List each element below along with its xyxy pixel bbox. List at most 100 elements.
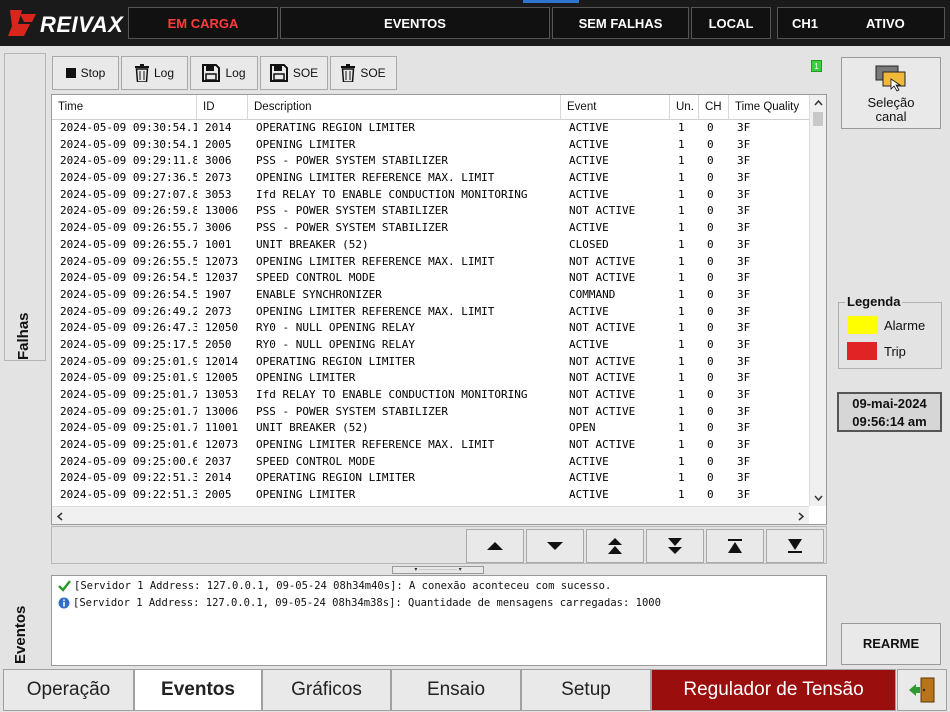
cell-event: ACTIVE (569, 304, 609, 318)
table-row[interactable]: 2024-05-09 09:26:55.7... 3006 PSS - POWER … (52, 220, 809, 237)
scroll-left-icon[interactable] (56, 512, 63, 521)
column-header-time[interactable]: Time (52, 95, 197, 119)
channel-name: CH1 (792, 15, 819, 31)
cell-unit: 1 (678, 204, 685, 218)
tab-graficos[interactable]: Gráficos (262, 669, 391, 711)
table-row[interactable]: 2024-05-09 09:25:01.9... 12005 OPENING LIM… (52, 370, 809, 387)
tab-operacao[interactable]: Operação (3, 669, 134, 711)
table-row[interactable]: 2024-05-09 09:25:17.5... 2050 RY0 - NULL O… (52, 337, 809, 354)
table-row[interactable]: 2024-05-09 09:22:51.3... 2005 OPENING LIMI… (52, 487, 809, 504)
cell-id: 13006 (205, 404, 239, 418)
table-row[interactable]: 2024-05-09 09:25:01.7... 13006 PSS - POWER… (52, 404, 809, 421)
cell-time-quality: 3F (737, 121, 751, 134)
log-message: [Servidor 1 Address: 127.0.0.1, 09-05-24… (58, 597, 661, 609)
clear-log-button[interactable]: Log (121, 56, 188, 90)
column-header-id[interactable]: ID (197, 95, 248, 119)
table-row[interactable]: 2024-05-09 09:26:55.7... 1001 UNIT BREAKER… (52, 237, 809, 254)
column-header-event[interactable]: Event (561, 95, 670, 119)
table-row[interactable]: 2024-05-09 09:25:00.6... 2037 SPEED CONTRO… (52, 454, 809, 471)
cell-description: OPENING LIMITER REFERENCE MAX. LIMIT (256, 254, 495, 268)
cell-id: 3053 (205, 187, 232, 201)
clear-soe-button[interactable]: SOE (330, 56, 397, 90)
cell-time-quality: 3F (737, 488, 751, 502)
cell-time: 2024-05-09 09:27:07.8... (60, 187, 197, 201)
tab-eventos-bottom[interactable]: Eventos (134, 669, 262, 711)
table-row[interactable]: 2024-05-09 09:27:36.5... 2073 OPENING LIMI… (52, 170, 809, 187)
go-to-bottom-button[interactable] (766, 529, 824, 563)
cell-channel: 0 (707, 337, 714, 351)
stop-button[interactable]: Stop (52, 56, 119, 90)
panel-splitter[interactable]: ▾ ··················· ▾ (392, 566, 484, 574)
table-row[interactable]: 2024-05-09 09:26:47.3... 12050 RY0 - NULL … (52, 320, 809, 337)
exit-button[interactable] (897, 669, 947, 711)
tab-eventos[interactable]: Eventos (4, 566, 46, 666)
vertical-scrollbar[interactable] (809, 95, 826, 506)
table-row[interactable]: 2024-05-09 09:22:51.3... 2014 OPERATING RE… (52, 470, 809, 487)
scroll-down-button[interactable] (526, 529, 584, 563)
table-row[interactable]: 2024-05-09 09:29:11.8... 3006 PSS - POWER … (52, 153, 809, 170)
cell-unit: 1 (678, 121, 685, 134)
cell-time-quality: 3F (737, 371, 751, 385)
table-row[interactable]: 2024-05-09 09:30:54.1... 2014 OPERATING RE… (52, 120, 809, 137)
table-row[interactable]: 2024-05-09 09:27:07.8... 3053 Ifd RELAY TO… (52, 187, 809, 204)
scroll-right-icon[interactable] (798, 512, 805, 521)
page-down-button[interactable] (646, 529, 704, 563)
tab-setup[interactable]: Setup (521, 669, 651, 711)
table-row[interactable]: 2024-05-09 09:25:01.7... 11001 UNIT BREAKE… (52, 420, 809, 437)
column-header-description[interactable]: Description (248, 95, 561, 119)
status-accent-line (523, 0, 579, 3)
page-up-button[interactable] (586, 529, 644, 563)
save-log-button[interactable]: Log (190, 56, 258, 90)
cell-unit: 1 (678, 421, 685, 435)
cell-time: 2024-05-09 09:26:54.5... (60, 287, 197, 301)
scroll-down-icon[interactable] (814, 495, 823, 502)
cell-id: 2073 (205, 304, 232, 318)
table-row[interactable]: 2024-05-09 09:26:59.8... 13006 PSS - POWER… (52, 203, 809, 220)
tab-falhas-label: Falhas (15, 312, 32, 360)
cell-channel: 0 (707, 454, 714, 468)
legend-trip-label: Trip (884, 343, 906, 359)
table-row[interactable]: 2024-05-09 09:26:55.5... 12073 OPENING LIM… (52, 254, 809, 271)
column-header-channel[interactable]: CH (699, 95, 729, 119)
column-header-unit[interactable]: Un. (670, 95, 699, 119)
cell-id: 2005 (205, 137, 232, 151)
cell-id: 12073 (205, 438, 239, 452)
cell-channel: 0 (707, 388, 714, 401)
table-row[interactable]: 2024-05-09 09:25:01.6... 12073 OPENING LIM… (52, 437, 809, 454)
channel-indicator: CH1 ATIVO (777, 7, 945, 39)
table-row[interactable]: 2024-05-09 09:25:01.9... 12014 OPERATING R… (52, 354, 809, 371)
save-soe-button[interactable]: SOE (260, 56, 328, 90)
cell-event: CLOSED (569, 237, 609, 251)
column-header-time-quality[interactable]: Time Quality (729, 95, 809, 119)
cell-channel: 0 (707, 187, 714, 201)
cell-description: PSS - POWER SYSTEM STABILIZER (256, 154, 449, 168)
scroll-up-icon[interactable] (814, 99, 823, 106)
cell-time-quality: 3F (737, 337, 751, 351)
cell-description: Ifd RELAY TO ENABLE CONDUCTION MONITORIN… (256, 388, 528, 401)
cell-time: 2024-05-09 09:26:59.8... (60, 204, 197, 218)
cell-event: ACTIVE (569, 221, 609, 235)
table-row[interactable]: 2024-05-09 09:26:54.5... 12037 SPEED CONTR… (52, 270, 809, 287)
date-time-display: 09-mai-2024 09:56:14 am (837, 392, 942, 432)
cell-time: 2024-05-09 09:25:01.7... (60, 404, 197, 418)
cell-time-quality: 3F (737, 237, 751, 251)
cell-channel: 0 (707, 171, 714, 185)
scrollbar-thumb[interactable] (813, 112, 823, 126)
go-to-top-button[interactable] (706, 529, 764, 563)
table-row[interactable]: 2024-05-09 09:26:54.5... 1907 ENABLE SYNCH… (52, 287, 809, 304)
channel-selection-button[interactable]: Seleção canal (841, 57, 941, 129)
reset-button[interactable]: REARME (841, 623, 941, 665)
cell-unit: 1 (678, 337, 685, 351)
cell-id: 1907 (205, 287, 232, 301)
tab-falhas[interactable]: Falhas (4, 53, 46, 361)
table-row[interactable]: 2024-05-09 09:25:01.7... 13053 Ifd RELAY T… (52, 387, 809, 404)
tab-ensaio[interactable]: Ensaio (391, 669, 521, 711)
table-row[interactable]: 2024-05-09 09:30:54.1... 2005 OPENING LIMI… (52, 137, 809, 154)
table-row[interactable]: 2024-05-09 09:26:49.2... 2073 OPENING LIMI… (52, 304, 809, 321)
horizontal-scrollbar[interactable] (52, 506, 809, 524)
cell-time-quality: 3F (737, 304, 751, 318)
cell-id: 2014 (205, 121, 232, 134)
cell-time: 2024-05-09 09:26:55.7... (60, 237, 197, 251)
scroll-up-button[interactable] (466, 529, 524, 563)
cell-unit: 1 (678, 371, 685, 385)
